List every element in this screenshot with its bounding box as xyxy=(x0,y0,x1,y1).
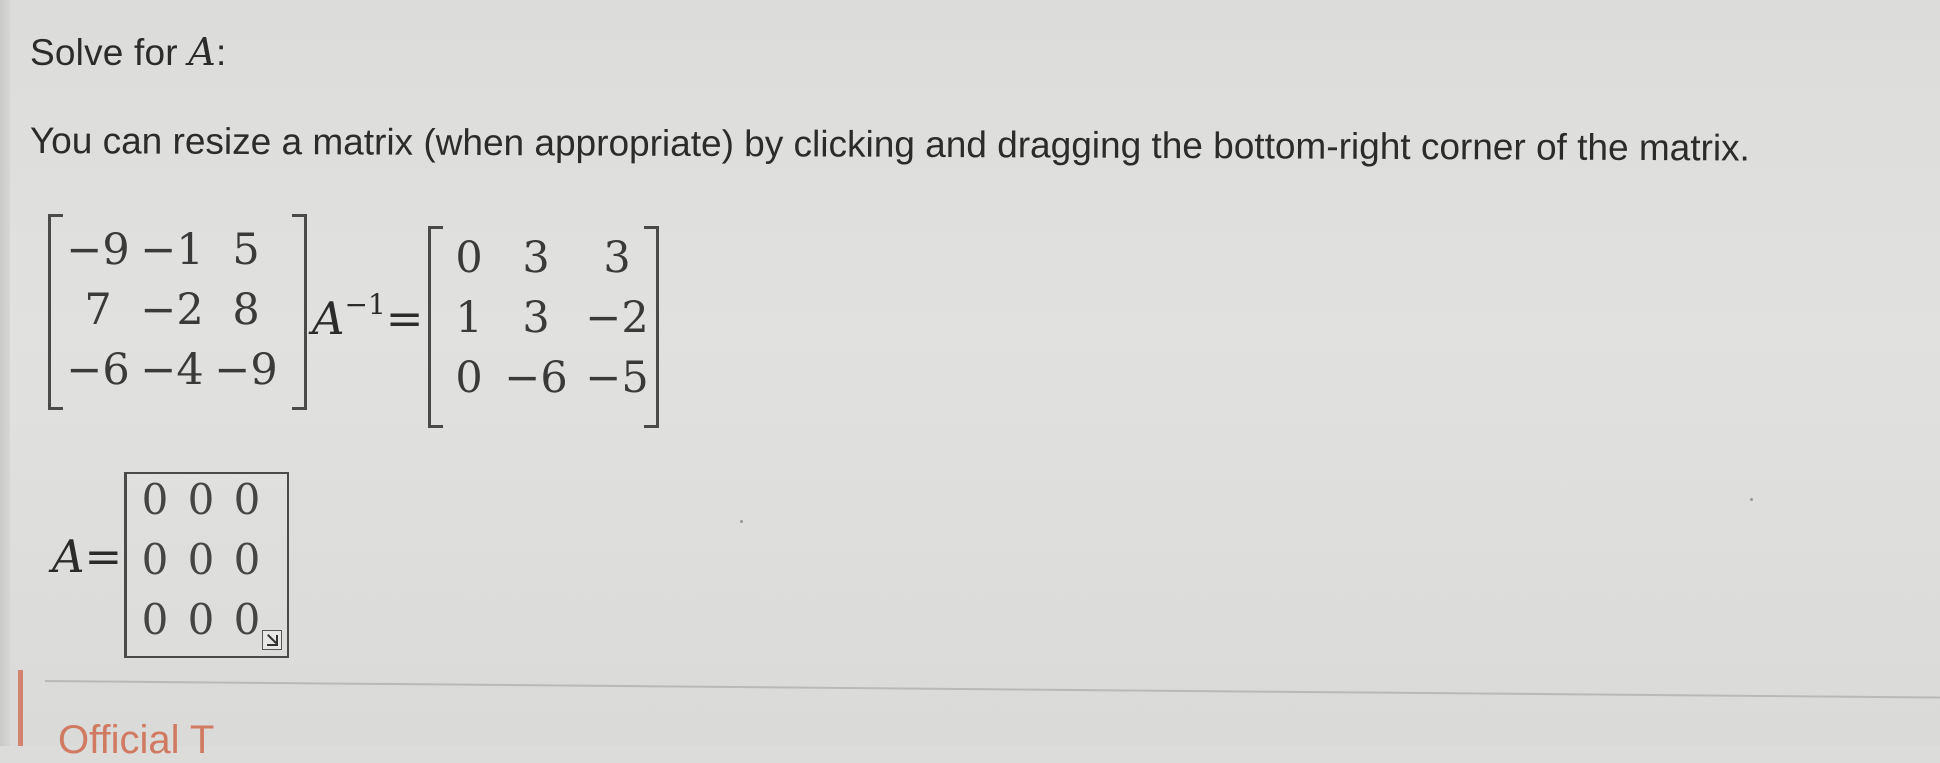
matrix-cell: 8 xyxy=(232,285,260,335)
answer-cell-input[interactable]: 0 xyxy=(132,590,178,650)
matrix-cell: −9 xyxy=(66,225,130,275)
matrix-cell: 0 xyxy=(455,233,483,283)
matrix-cell: 3 xyxy=(522,233,550,283)
left-accent-bar xyxy=(18,670,23,746)
matrix-cell: −6 xyxy=(504,353,568,403)
matrix-cell: 3 xyxy=(603,233,631,283)
matrix-cell: −4 xyxy=(140,345,204,395)
matrix-cell: −2 xyxy=(585,293,649,343)
answer-cell-input[interactable]: 0 xyxy=(224,530,270,590)
right-matrix: 0 3 3 1 3 −2 0 −6 −5 xyxy=(440,228,660,408)
matrix-cell: 3 xyxy=(522,293,550,343)
answer-cell-input[interactable]: 0 xyxy=(178,590,224,650)
inverse-variable: A xyxy=(312,292,345,345)
section-divider xyxy=(44,680,1940,699)
speck xyxy=(1750,498,1753,501)
footer-heading: Official T xyxy=(58,718,215,762)
matrix-cell: 5 xyxy=(232,225,260,275)
left-matrix-bracket-open xyxy=(48,214,63,410)
left-matrix: −9 −1 5 7 −2 8 −6 −4 −9 xyxy=(62,220,282,400)
matrix-cell: −9 xyxy=(214,345,278,395)
inverse-symbol: A−1= xyxy=(312,288,424,345)
matrix-cell: 1 xyxy=(455,293,483,343)
prompt-colon: : xyxy=(215,32,227,73)
equals-sign: = xyxy=(385,292,424,345)
speck xyxy=(740,520,743,523)
matrix-cell: −5 xyxy=(585,353,649,403)
answer-label: A= xyxy=(52,530,122,583)
matrix-cell: −6 xyxy=(66,345,130,395)
matrix-cell: −2 xyxy=(140,285,204,335)
answer-matrix[interactable]: 000000000 xyxy=(132,470,270,650)
answer-cell-input[interactable]: 0 xyxy=(178,470,224,530)
question-prompt: Solve for A: xyxy=(30,30,226,74)
left-matrix-bracket-close xyxy=(292,214,307,410)
answer-cell-input[interactable]: 0 xyxy=(132,530,178,590)
answer-label-text: A= xyxy=(52,530,123,583)
matrix-cell: −1 xyxy=(140,225,204,275)
inverse-exponent: −1 xyxy=(344,288,386,321)
answer-cell-input[interactable]: 0 xyxy=(132,470,178,530)
matrix-cell: 7 xyxy=(84,285,112,335)
answer-cell-input[interactable]: 0 xyxy=(178,530,224,590)
matrix-cell: 0 xyxy=(455,353,483,403)
prompt-text: Solve for xyxy=(30,32,189,73)
page-left-edge xyxy=(0,0,10,746)
prompt-variable: A xyxy=(188,30,216,74)
answer-cell-input[interactable]: 0 xyxy=(224,470,270,530)
resize-handle-icon[interactable] xyxy=(262,630,282,650)
resize-instruction: You can resize a matrix (when appropriat… xyxy=(29,120,1750,169)
